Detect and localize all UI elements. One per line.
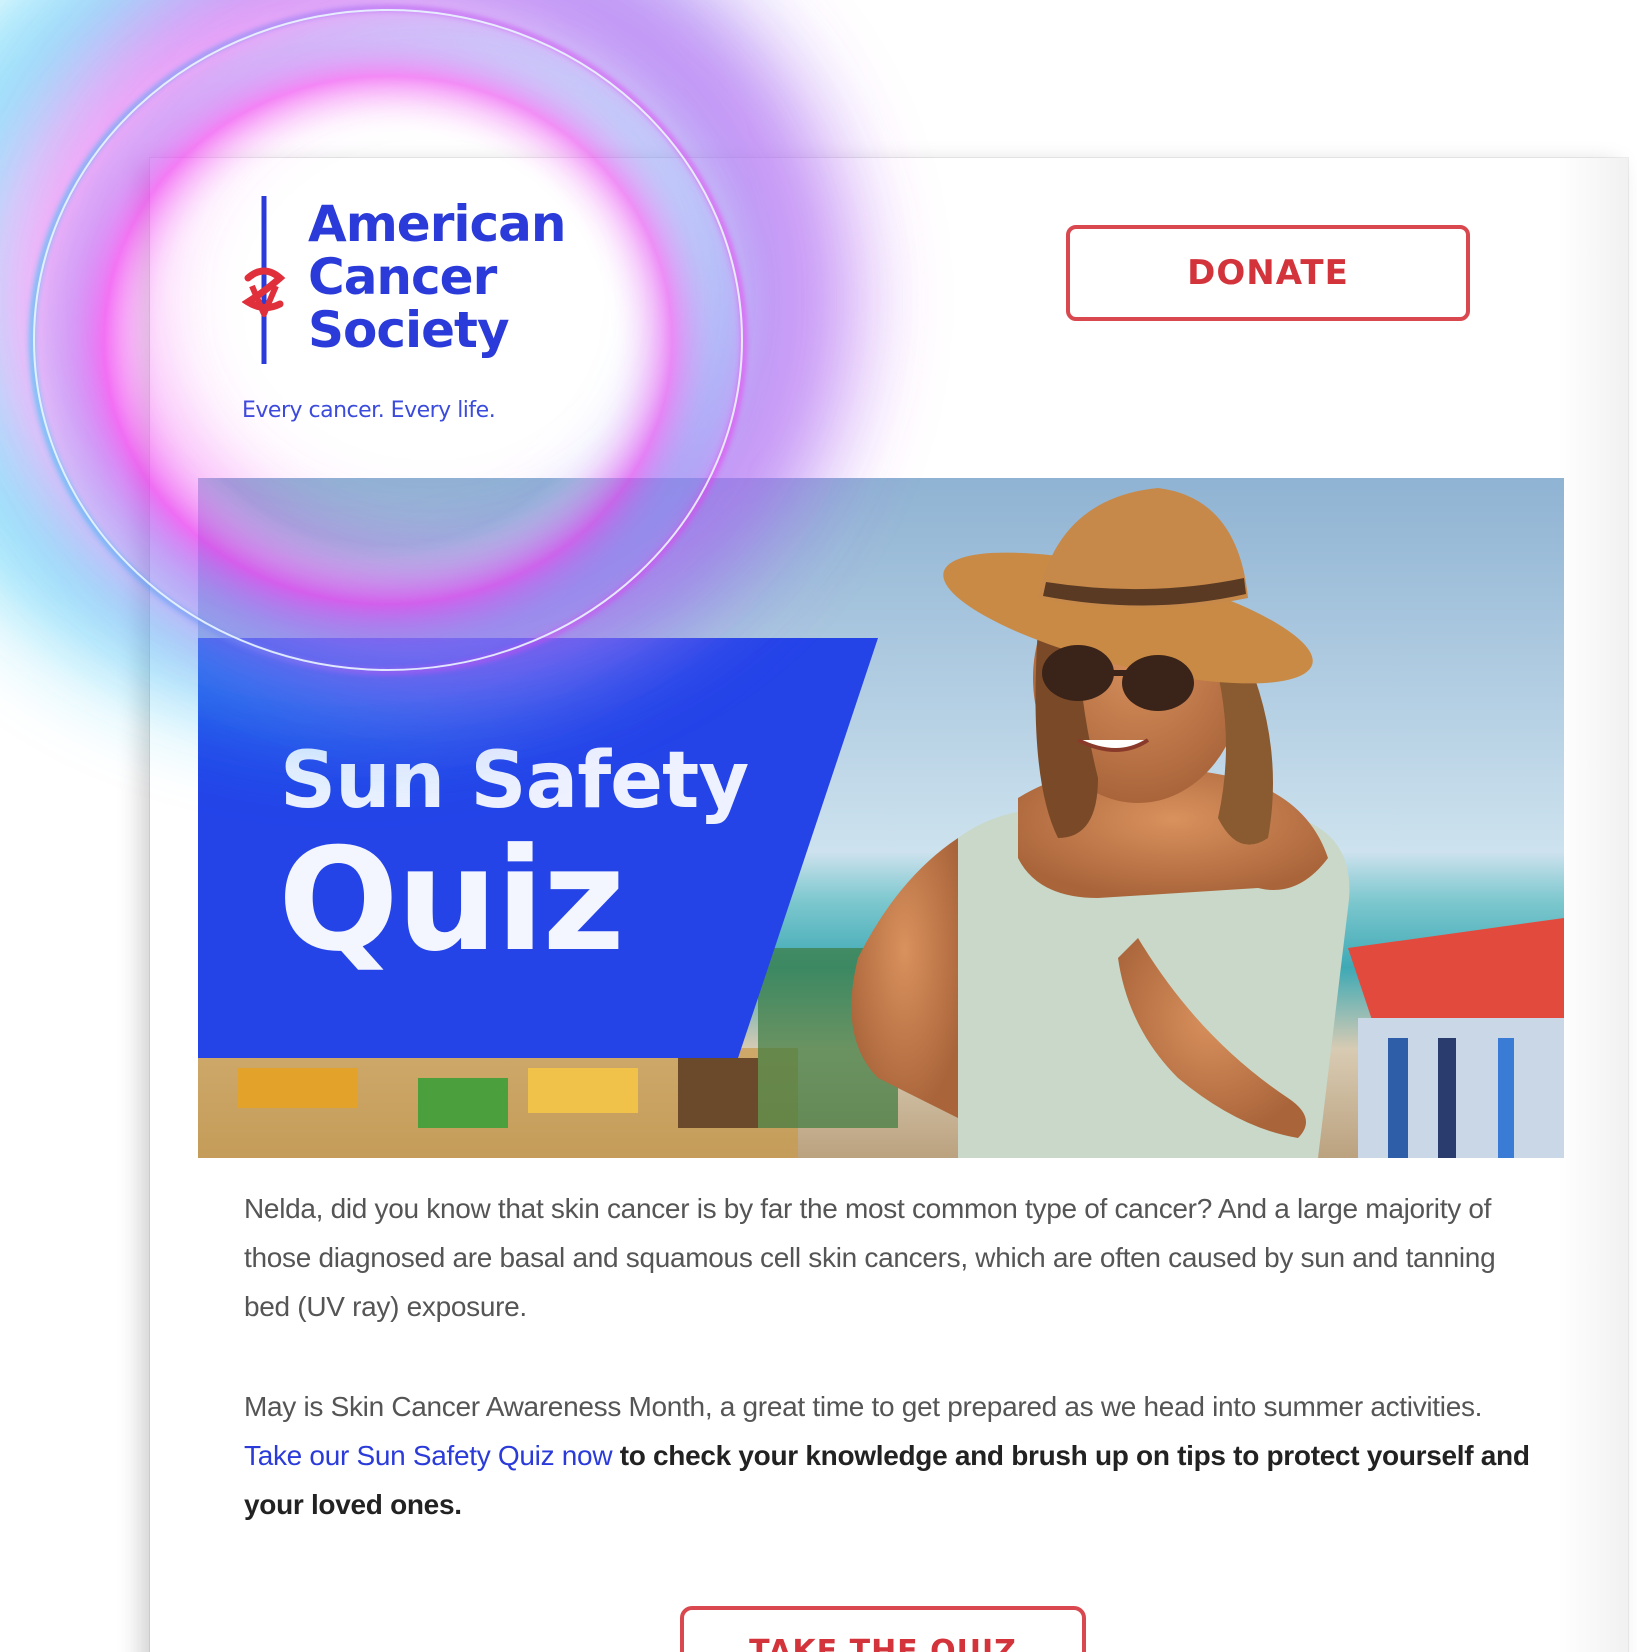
logo-word-american: American bbox=[308, 195, 566, 253]
awareness-paragraph: May is Skin Cancer Awareness Month, a gr… bbox=[244, 1382, 1534, 1529]
donate-button[interactable]: DONATE bbox=[1066, 225, 1470, 321]
intro-paragraph: Nelda, did you know that skin cancer is … bbox=[244, 1193, 1496, 1322]
quiz-link[interactable]: Take our Sun Safety Quiz now bbox=[244, 1440, 613, 1471]
take-quiz-button[interactable]: TAKE THE QUIZ bbox=[680, 1606, 1086, 1652]
hero-title-line1: Sun Safety bbox=[280, 736, 749, 826]
acs-logo[interactable]: American Cancer Society Every cancer. Ev… bbox=[242, 190, 602, 440]
awareness-lead-text: May is Skin Cancer Awareness Month, a gr… bbox=[244, 1391, 1483, 1422]
hero-image[interactable]: Sun Safety Quiz bbox=[198, 478, 1564, 1158]
sword-caduceus-logo-icon bbox=[242, 196, 286, 364]
logo-tagline: Every cancer. Every life. bbox=[242, 398, 496, 423]
logo-word-society: Society bbox=[308, 301, 510, 359]
logo-wordmark: American Cancer Society bbox=[308, 195, 566, 359]
screenshot-stage: American Cancer Society Every cancer. Ev… bbox=[0, 0, 1637, 1652]
logo-word-cancer: Cancer bbox=[308, 248, 497, 306]
hero-title-line2: Quiz bbox=[278, 818, 625, 983]
